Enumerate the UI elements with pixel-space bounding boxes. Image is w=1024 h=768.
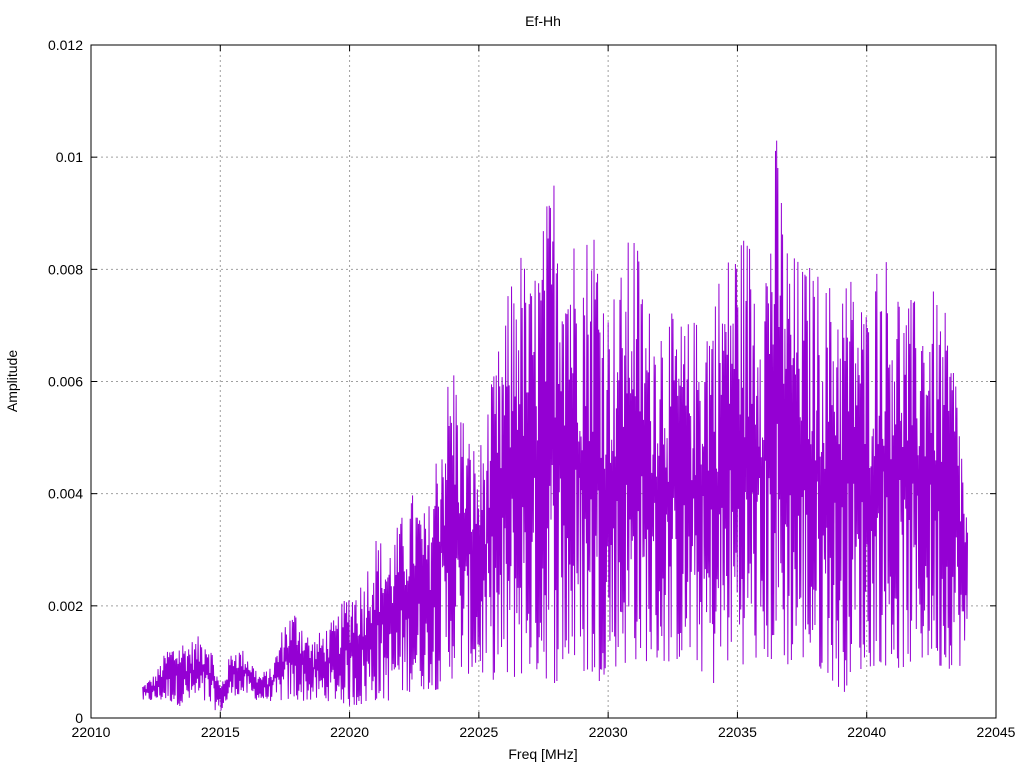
x-tick-label: 22015 [201, 724, 240, 740]
y-tick-label: 0.01 [56, 149, 83, 165]
chart-title: Ef-Hh [525, 13, 561, 29]
y-tick-label: 0.006 [48, 374, 83, 390]
x-tick-label: 22025 [459, 724, 498, 740]
x-axis-label: Freq [MHz] [508, 746, 577, 762]
y-tick-label: 0.002 [48, 598, 83, 614]
y-tick-label: 0.008 [48, 261, 83, 277]
y-tick-label: 0 [75, 710, 83, 726]
chart: 22010 22015 22020 22025 22030 22035 22040 22045… [0, 0, 1024, 768]
y-tick-label: 0.004 [48, 486, 83, 502]
x-tick-label: 22010 [72, 724, 111, 740]
y-tick-label: 0.012 [48, 37, 83, 53]
x-tick-label: 22035 [718, 724, 757, 740]
x-tick-label: 22030 [589, 724, 628, 740]
y-axis-label: Amplitude [4, 350, 20, 412]
x-tick-label: 22045 [977, 724, 1016, 740]
x-tick-label: 22040 [847, 724, 886, 740]
x-tick-label: 22020 [330, 724, 369, 740]
